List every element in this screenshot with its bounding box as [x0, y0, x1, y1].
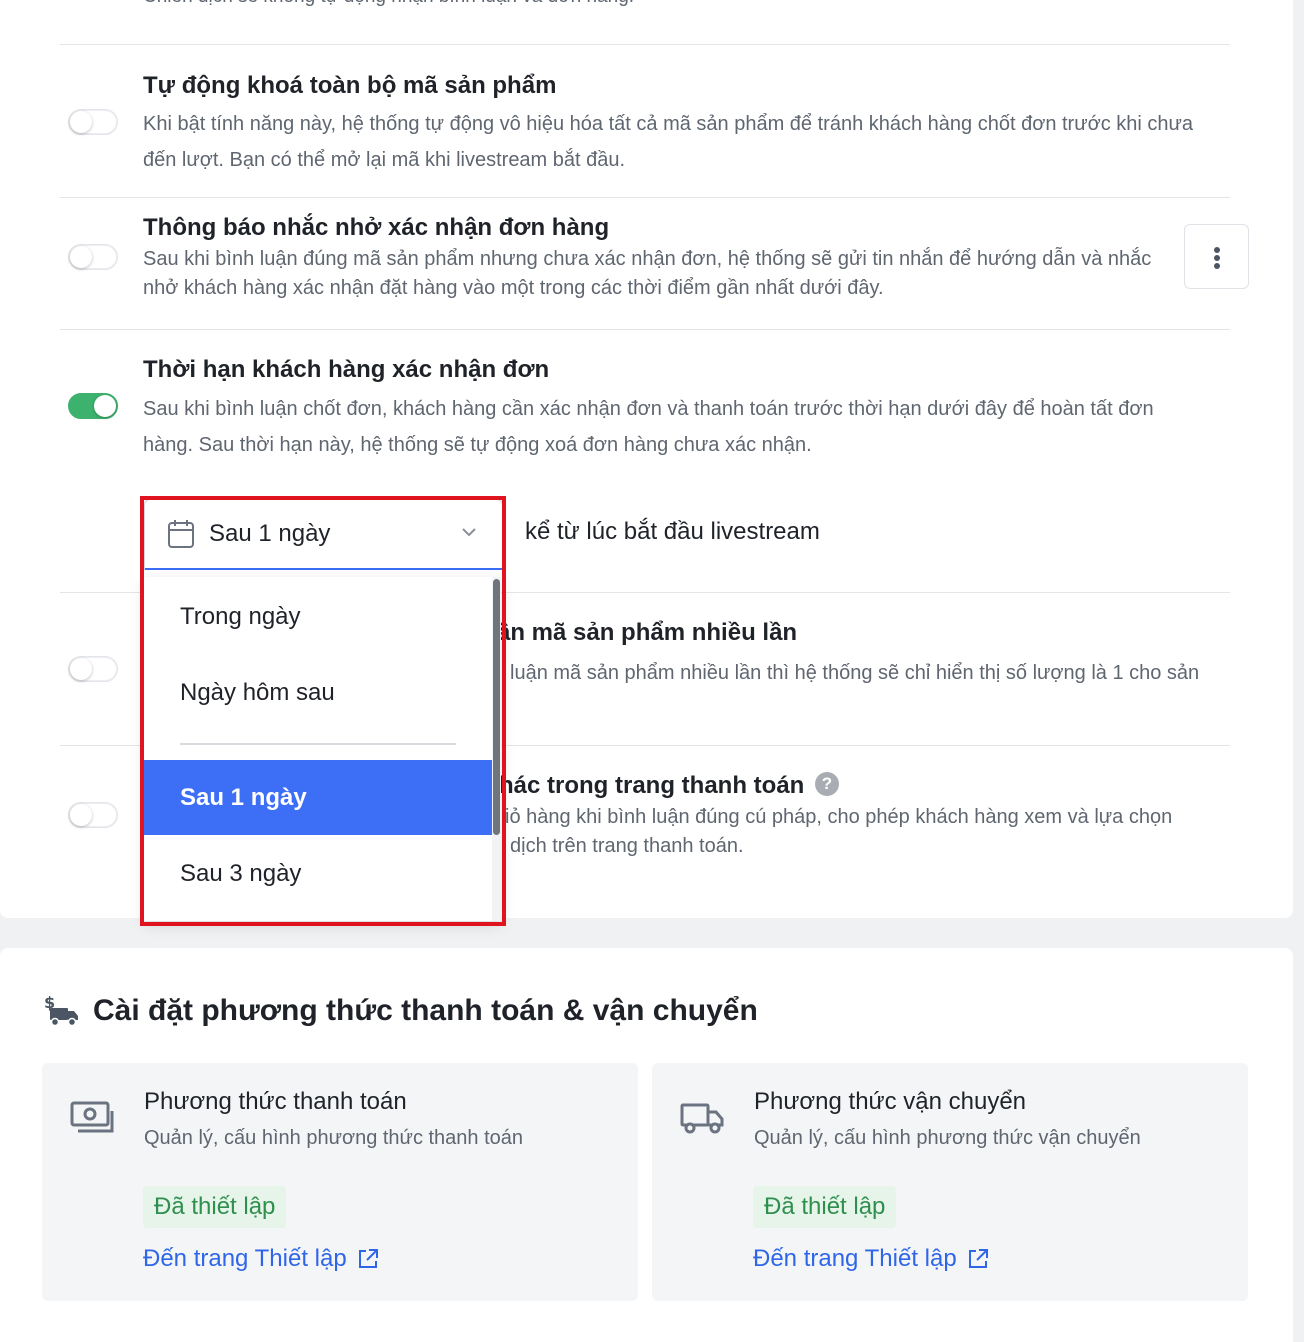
calendar-icon	[168, 520, 194, 548]
toggle-checkout-products[interactable]	[68, 802, 118, 828]
more-options-button[interactable]	[1184, 224, 1249, 289]
card-description: Quản lý, cấu hình phương thức thanh toán	[144, 1127, 524, 1149]
payment-shipping-icon: $	[44, 993, 78, 1027]
divider	[60, 44, 1230, 45]
toggle-knob	[94, 395, 116, 417]
setting-description: iỏ hàng khi bình luận đúng cú pháp, cho …	[505, 806, 1173, 828]
partial-description: Chiến dịch sẽ không tự động nhận bình lu…	[143, 0, 634, 8]
setting-title: Tự động khoá toàn bộ mã sản phẩm	[143, 72, 557, 99]
deadline-dropdown: Trong ngày Ngày hôm sau Sau 1 ngày Sau 3…	[144, 577, 501, 921]
setting-title: ận mã sản phẩm nhiều lần	[497, 619, 798, 646]
toggle-auto-lock-products[interactable]	[68, 109, 118, 135]
option-next-day[interactable]: Ngày hôm sau	[144, 655, 492, 730]
payment-method-card: Phương thức thanh toán Quản lý, cấu hình…	[42, 1063, 638, 1301]
setting-description: Khi bật tính năng này, hệ thống tự động …	[143, 113, 1194, 171]
setting-description: dịch trên trang thanh toán.	[510, 835, 744, 857]
deadline-select[interactable]: Sau 1 ngày	[144, 499, 503, 570]
toggle-confirm-reminder[interactable]	[68, 244, 118, 270]
setting-description: luận mã sản phẩm nhiều lần thì hệ thống …	[510, 662, 1200, 684]
truck-icon	[680, 1103, 724, 1134]
link-label: Đến trang Thiết lập	[753, 1245, 957, 1272]
toggle-knob	[70, 804, 92, 826]
dot	[1214, 255, 1220, 261]
select-value: Sau 1 ngày	[209, 520, 331, 547]
divider	[60, 329, 1230, 330]
option-after-1-day[interactable]: Sau 1 ngày	[144, 760, 492, 835]
help-icon[interactable]: ?	[815, 772, 839, 796]
status-badge: Đã thiết lập	[143, 1186, 287, 1228]
link-label: Đến trang Thiết lập	[143, 1245, 347, 1272]
setting-title: hác trong trang thanh toán	[499, 772, 805, 799]
setting-title: Thông báo nhắc nhở xác nhận đơn hàng	[143, 214, 610, 241]
option-after-3-days[interactable]: Sau 3 ngày	[144, 836, 492, 911]
external-link-icon	[968, 1249, 988, 1268]
card-title: Phương thức thanh toán	[144, 1088, 407, 1115]
shipping-method-card: Phương thức vận chuyển Quản lý, cấu hình…	[652, 1063, 1248, 1301]
setting-description: Sau khi bình luận chốt đơn, khách hàng c…	[143, 398, 1154, 456]
card-title: Phương thức vận chuyển	[754, 1088, 1027, 1115]
section-title: Cài đặt phương thức thanh toán & vận chu…	[93, 994, 758, 1027]
dot	[1214, 247, 1220, 253]
setup-link[interactable]: Đến trang Thiết lập	[753, 1245, 989, 1273]
scrollbar-thumb[interactable]	[493, 579, 500, 835]
select-suffix-text: kể từ lúc bắt đầu livestream	[525, 518, 820, 545]
external-link-icon	[358, 1249, 378, 1268]
option-in-day[interactable]: Trong ngày	[144, 579, 492, 654]
toggle-confirm-deadline[interactable]	[68, 393, 118, 419]
toggle-knob	[70, 658, 92, 680]
divider	[60, 197, 1230, 198]
setup-link[interactable]: Đến trang Thiết lập	[143, 1245, 379, 1273]
toggle-multi-comment[interactable]	[68, 656, 118, 682]
toggle-knob	[70, 246, 92, 268]
card-description: Quản lý, cấu hình phương thức vận chuyển	[754, 1127, 1141, 1149]
setting-description: Sau khi bình luận đúng mã sản phẩm nhưng…	[143, 248, 1152, 299]
setting-title: Thời hạn khách hàng xác nhận đơn	[143, 356, 550, 383]
money-icon	[70, 1101, 114, 1133]
dropdown-separator	[180, 743, 456, 745]
toggle-knob	[70, 111, 92, 133]
dot	[1214, 263, 1220, 269]
chevron-down-icon	[462, 528, 476, 537]
status-badge: Đã thiết lập	[753, 1186, 897, 1228]
